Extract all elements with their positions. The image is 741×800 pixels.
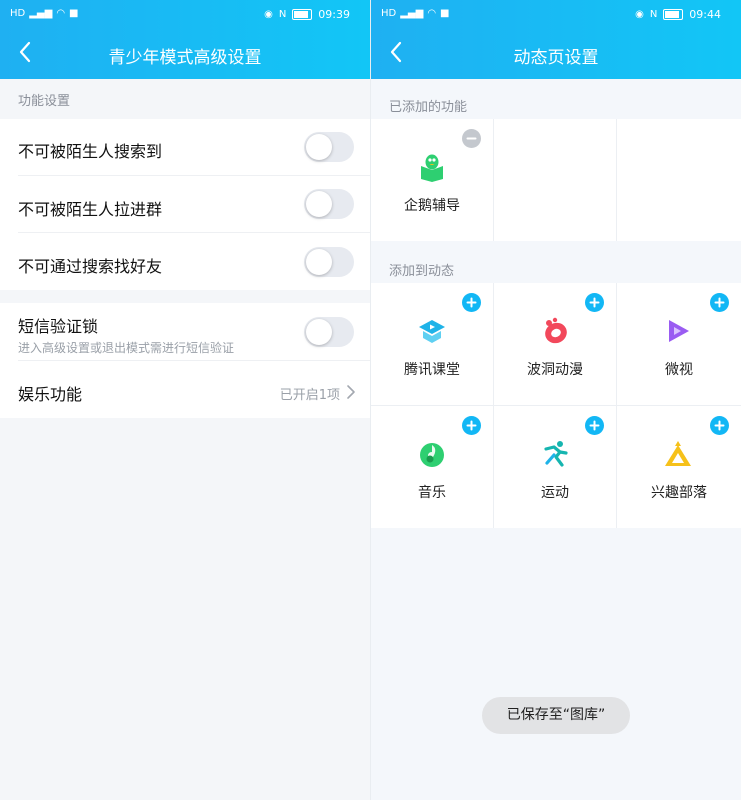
wifi-icon: ◠ bbox=[427, 8, 437, 19]
nfc-icon: N bbox=[649, 8, 658, 20]
wifi-icon: ◠ bbox=[56, 8, 66, 19]
toast-saved-to-gallery: 已保存至“图库” bbox=[482, 697, 630, 734]
setting-label: 娱乐功能 bbox=[18, 385, 83, 404]
hd-icon: HD bbox=[381, 8, 397, 19]
section-title-add: 添加到动态 bbox=[389, 264, 455, 279]
tile-label: 腾讯课堂 bbox=[404, 362, 460, 378]
setting-row-no-stranger-group-invite: 不可被陌生人拉进群 bbox=[0, 176, 370, 233]
toggle-knob bbox=[306, 191, 332, 217]
section-title-features: 功能设置 bbox=[18, 94, 71, 109]
setting-row-entertainment[interactable]: 娱乐功能 已开启1项 bbox=[0, 361, 370, 418]
status-time: 09:39 bbox=[318, 8, 350, 21]
added-features-grid: 企鹅辅导 bbox=[371, 119, 741, 241]
setting-label: 不可被陌生人拉进群 bbox=[18, 200, 163, 219]
entertainment-status: 已开启1项 bbox=[279, 388, 340, 403]
chevron-right-icon bbox=[347, 385, 355, 399]
empty-slot bbox=[494, 119, 616, 241]
tile-label: 音乐 bbox=[418, 485, 446, 501]
tile-music[interactable]: 音乐 bbox=[371, 406, 493, 528]
setting-label: 短信验证锁 bbox=[18, 317, 99, 336]
grid-line bbox=[371, 405, 741, 406]
add-button[interactable] bbox=[585, 293, 604, 312]
grid-line bbox=[616, 119, 617, 241]
eye-icon: ◉ bbox=[264, 8, 273, 20]
video-icon: ■ bbox=[69, 8, 79, 19]
toggle-no-search-friends[interactable] bbox=[304, 247, 354, 277]
tile-penguin-tutoring[interactable]: 企鹅辅导 bbox=[371, 119, 493, 241]
toggle-knob bbox=[306, 249, 332, 275]
tile-label: 企鹅辅导 bbox=[404, 198, 460, 214]
tile-label: 兴趣部落 bbox=[651, 485, 707, 501]
toggle-no-stranger-group-invite[interactable] bbox=[304, 189, 354, 219]
tile-label: 运动 bbox=[541, 485, 569, 501]
setting-description: 进入高级设置或退出模式需进行短信验证 bbox=[18, 341, 235, 355]
add-button[interactable] bbox=[462, 293, 481, 312]
interest-tribe-icon bbox=[665, 441, 691, 466]
toggle-sms-lock[interactable] bbox=[304, 317, 354, 347]
header: HD ▂▄▆ ◠ ■ ◉ N 09:44 动态页设置 bbox=[371, 0, 741, 79]
plus-icon bbox=[714, 297, 725, 308]
grid-line bbox=[493, 119, 494, 241]
setting-row-no-search-friends: 不可通过搜索找好友 bbox=[0, 233, 370, 290]
add-button[interactable] bbox=[585, 416, 604, 435]
penguin-book-icon bbox=[421, 154, 443, 182]
battery-icon bbox=[292, 9, 313, 20]
tile-interest-tribe[interactable]: 兴趣部落 bbox=[617, 406, 741, 528]
add-button[interactable] bbox=[462, 416, 481, 435]
signal-icon: ▂▄▆ bbox=[29, 8, 53, 19]
tile-tencent-classroom[interactable]: 腾讯课堂 bbox=[371, 283, 493, 405]
toggle-knob bbox=[306, 134, 332, 160]
page-title: 青少年模式高级设置 bbox=[108, 48, 262, 68]
remove-button[interactable] bbox=[462, 129, 481, 148]
signal-icon: ▂▄▆ bbox=[400, 8, 424, 19]
toggle-no-stranger-search[interactable] bbox=[304, 132, 354, 162]
weishi-icon bbox=[669, 320, 689, 342]
tile-sports[interactable]: 运动 bbox=[494, 406, 616, 528]
status-bar: HD ▂▄▆ ◠ ■ ◉ N 09:39 bbox=[0, 0, 370, 30]
tile-label: 微视 bbox=[665, 362, 693, 378]
minus-icon bbox=[466, 137, 477, 140]
status-bar: HD ▂▄▆ ◠ ■ ◉ N 09:44 bbox=[371, 0, 741, 30]
advanced-settings-card: 短信验证锁 进入高级设置或退出模式需进行短信验证 娱乐功能 已开启1项 bbox=[0, 303, 370, 418]
tencent-classroom-icon bbox=[419, 320, 445, 343]
plus-icon bbox=[589, 420, 600, 431]
setting-label: 不可被陌生人搜索到 bbox=[18, 142, 163, 161]
nfc-icon: N bbox=[278, 8, 287, 20]
battery-icon bbox=[663, 9, 684, 20]
eye-icon: ◉ bbox=[635, 8, 644, 20]
feed-page-settings-screen: HD ▂▄▆ ◠ ■ ◉ N 09:44 动态页设置 已添加的功能 企鹅辅导 添… bbox=[371, 0, 741, 800]
header: HD ▂▄▆ ◠ ■ ◉ N 09:39 青少年模式高级设置 bbox=[0, 0, 370, 79]
status-time: 09:44 bbox=[689, 8, 721, 21]
sports-icon bbox=[544, 441, 568, 467]
bodong-anime-icon bbox=[545, 317, 567, 344]
available-features-grid: 腾讯课堂 波洞动漫 微视 音乐 运动 兴趣部落 bbox=[371, 283, 741, 528]
tile-weishi[interactable]: 微视 bbox=[617, 283, 741, 405]
toggle-knob bbox=[306, 319, 332, 345]
plus-icon bbox=[466, 420, 477, 431]
setting-label: 不可通过搜索找好友 bbox=[18, 257, 163, 276]
tile-bodong-anime[interactable]: 波洞动漫 bbox=[494, 283, 616, 405]
section-title-added: 已添加的功能 bbox=[389, 100, 468, 115]
hd-icon: HD bbox=[10, 8, 26, 19]
add-button[interactable] bbox=[710, 293, 729, 312]
privacy-settings-card: 不可被陌生人搜索到 不可被陌生人拉进群 不可通过搜索找好友 bbox=[0, 119, 370, 290]
setting-row-no-stranger-search: 不可被陌生人搜索到 bbox=[0, 119, 370, 176]
add-button[interactable] bbox=[710, 416, 729, 435]
plus-icon bbox=[714, 420, 725, 431]
setting-row-sms-lock: 短信验证锁 进入高级设置或退出模式需进行短信验证 bbox=[0, 303, 370, 361]
page-title: 动态页设置 bbox=[513, 48, 599, 68]
music-icon bbox=[420, 443, 444, 467]
plus-icon bbox=[589, 297, 600, 308]
teen-mode-settings-screen: HD ▂▄▆ ◠ ■ ◉ N 09:39 青少年模式高级设置 功能设置 不可被陌… bbox=[0, 0, 370, 800]
empty-slot bbox=[617, 119, 741, 241]
video-icon: ■ bbox=[440, 8, 450, 19]
tile-label: 波洞动漫 bbox=[527, 362, 583, 378]
plus-icon bbox=[466, 297, 477, 308]
